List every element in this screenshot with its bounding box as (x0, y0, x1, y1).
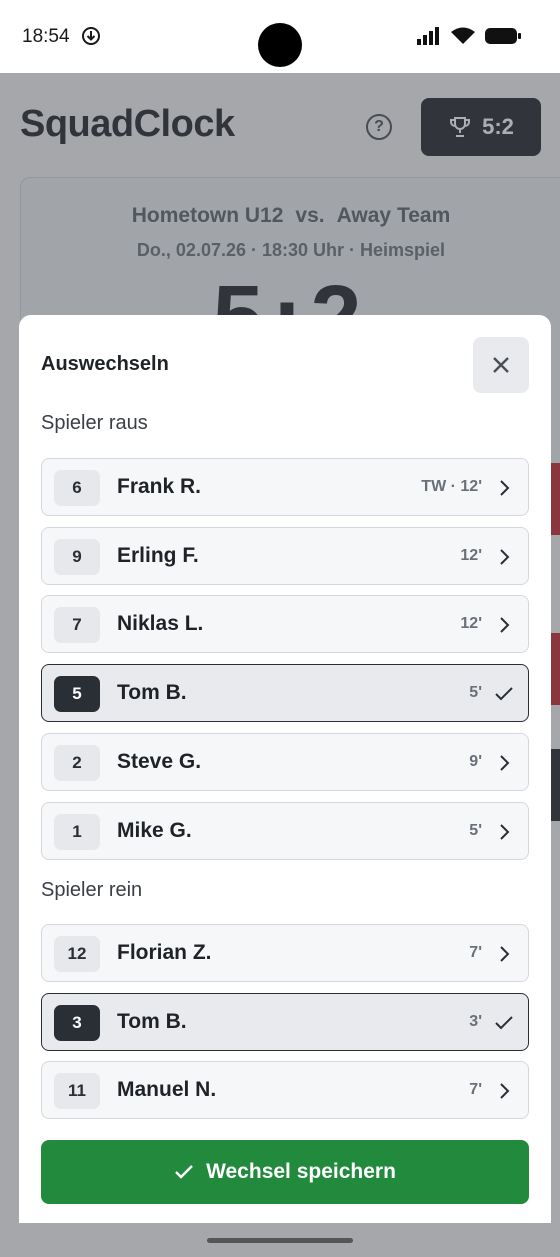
player-name: Manuel N. (117, 1078, 217, 1102)
check-icon (495, 1015, 513, 1030)
in-section-label: Spieler rein (41, 879, 143, 901)
jersey-number: 1 (54, 813, 100, 850)
chevron-right-icon (500, 755, 510, 771)
chevron-right-icon (500, 946, 510, 962)
player-minutes: 3' (469, 1012, 482, 1030)
player-row[interactable]: 5 Tom B. 5' (41, 664, 529, 723)
status-bar: 18:54 (0, 0, 560, 73)
jersey-number: 5 (54, 676, 100, 713)
player-row[interactable]: 9 Erling F. 12' (41, 526, 529, 585)
player-name: Niklas L. (117, 612, 204, 636)
signal-icon (417, 27, 439, 45)
player-minutes: 12' (460, 615, 482, 633)
chevron-right-icon (500, 823, 510, 840)
jersey-number: 2 (54, 744, 100, 781)
player-row[interactable]: 6 Frank R. TW · 12' (41, 458, 529, 516)
jersey-number: 7 (54, 607, 100, 644)
player-name: Steve G. (117, 749, 202, 773)
substitution-sheet: Auswechseln Spieler raus 6 Frank R. TW · 1… (19, 315, 551, 1223)
home-indicator[interactable] (207, 1238, 353, 1243)
close-icon (493, 357, 509, 373)
player-name: Mike G. (117, 818, 192, 842)
close-button[interactable] (473, 337, 529, 393)
jersey-number: 9 (54, 538, 100, 575)
player-name: Erling F. (117, 543, 199, 567)
status-time: 18:54 (22, 26, 70, 47)
player-minutes: 5' (469, 684, 482, 702)
save-substitution-button[interactable]: Wechsel speichern (41, 1140, 529, 1204)
player-name: Florian Z. (117, 941, 212, 964)
chevron-right-icon (500, 617, 510, 634)
jersey-number: 12 (54, 936, 100, 972)
player-row[interactable]: 7 Niklas L. 12' (41, 595, 529, 654)
player-name: Tom B. (117, 681, 187, 705)
player-row[interactable]: 2 Steve G. 9' (41, 732, 529, 791)
player-name: Frank R. (117, 475, 202, 498)
player-row[interactable]: 3 Tom B. 3' (41, 992, 529, 1051)
check-icon (495, 687, 513, 701)
chevron-right-icon (500, 480, 510, 496)
player-row[interactable]: 11 Manuel N. 7' (41, 1061, 529, 1120)
jersey-number: 6 (54, 470, 100, 506)
chevron-right-icon (500, 1083, 510, 1100)
check-icon (175, 1165, 193, 1179)
out-section-label: Spieler raus (41, 412, 148, 434)
jersey-number: 3 (54, 1004, 100, 1041)
camera-cutout (258, 23, 302, 67)
download-icon (82, 27, 100, 45)
player-minutes: 7' (469, 1081, 482, 1099)
player-minutes: 12' (460, 546, 482, 564)
battery-icon (485, 28, 521, 44)
player-minutes: 7' (469, 944, 482, 961)
player-row[interactable]: 1 Mike G. 5' (41, 801, 529, 860)
player-minutes: 9' (469, 752, 482, 770)
player-row[interactable]: 12 Florian Z. 7' (41, 924, 529, 982)
save-button-label: Wechsel speichern (206, 1160, 396, 1183)
chevron-right-icon (500, 548, 510, 565)
player-minutes: TW · 12' (421, 478, 482, 495)
player-name: Tom B. (117, 1009, 187, 1033)
sheet-title: Auswechseln (41, 353, 169, 375)
wifi-icon (451, 27, 475, 44)
jersey-number: 11 (54, 1073, 100, 1110)
player-minutes: 5' (469, 821, 482, 839)
